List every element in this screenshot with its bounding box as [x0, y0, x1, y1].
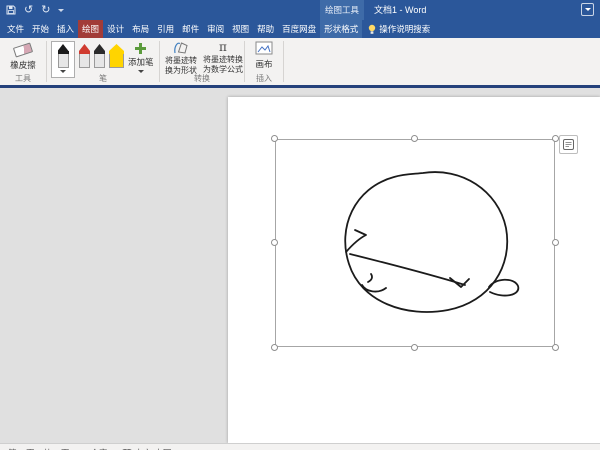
highlighter-yellow[interactable] — [109, 44, 124, 68]
ink-selection-box[interactable] — [275, 139, 555, 347]
tell-me-label: 操作说明搜索 — [379, 23, 430, 35]
ribbon-display-options-button[interactable] — [581, 3, 594, 16]
selection-handle-top-left[interactable] — [271, 135, 278, 142]
document-area — [0, 91, 600, 443]
redo-icon[interactable] — [41, 3, 50, 17]
eraser-button[interactable]: 橡皮擦 — [0, 40, 46, 71]
tab-help[interactable]: 帮助 — [253, 20, 278, 38]
pen-black-2[interactable] — [94, 44, 105, 68]
tab-insert[interactable]: 插入 — [53, 20, 78, 38]
document-title: 文档1 - Word — [374, 0, 426, 20]
contextual-tools-header: 绘图工具 — [320, 0, 364, 20]
layout-options-button[interactable] — [559, 135, 578, 154]
ink-to-shape-button[interactable]: 将墨迹转换为形状 — [162, 40, 200, 75]
eraser-label: 橡皮擦 — [10, 59, 36, 71]
selection-handle-bottom-left[interactable] — [271, 344, 278, 351]
add-pen-button[interactable]: 添加笔 — [128, 43, 154, 73]
tab-references[interactable]: 引用 — [153, 20, 178, 38]
tab-draw[interactable]: 绘图 — [78, 20, 103, 38]
word-window: 绘图工具 文档1 - Word 文件 开始 插入 绘图 设计 布局 引用 邮件 … — [0, 0, 600, 450]
ink-to-math-icon — [219, 40, 227, 54]
save-button[interactable] — [6, 3, 16, 17]
selection-handle-top-right[interactable] — [552, 135, 559, 142]
chevron-down-icon — [585, 8, 591, 11]
tab-review[interactable]: 审阅 — [203, 20, 228, 38]
layout-options-icon — [562, 138, 575, 151]
black-pen-icon — [58, 44, 69, 68]
pen-group-label: 笔 — [47, 73, 159, 84]
group-separator — [283, 41, 284, 82]
convert-group: 将墨迹转换为形状 将墨迹转换为数学公式 转换 — [160, 38, 244, 85]
selection-handle-bottom-middle[interactable] — [411, 344, 418, 351]
tab-baidu-netdisk[interactable]: 百度网盘 — [278, 20, 320, 38]
tab-design[interactable]: 设计 — [103, 20, 128, 38]
eraser-icon — [13, 42, 33, 57]
save-icon — [6, 5, 16, 15]
add-pen-plus-icon — [135, 43, 146, 54]
undo-icon[interactable] — [24, 3, 33, 17]
pens-group: 添加笔 笔 — [47, 38, 159, 85]
insert-group: 画布 插入 — [245, 38, 283, 85]
ink-to-math-label: 将墨迹转换为数学公式 — [202, 55, 244, 74]
customize-qat-caret-icon[interactable] — [58, 9, 64, 12]
tab-layout[interactable]: 布局 — [128, 20, 153, 38]
tools-group-label: 工具 — [0, 73, 46, 84]
selection-handle-bottom-right[interactable] — [552, 344, 559, 351]
ribbon: 橡皮擦 工具 — [0, 38, 600, 88]
tab-shape-format[interactable]: 形状格式 — [320, 20, 362, 38]
add-pen-label: 添加笔 — [128, 56, 154, 68]
tab-file[interactable]: 文件 — [3, 20, 28, 38]
drawing-canvas-button[interactable]: 画布 — [245, 41, 283, 70]
convert-group-label: 转换 — [160, 73, 244, 84]
selection-handle-middle-right[interactable] — [552, 239, 559, 246]
ink-drawing-face[interactable] — [276, 140, 556, 348]
ribbon-tab-bar: 文件 开始 插入 绘图 设计 布局 引用 邮件 审阅 视图 帮助 百度网盘 形状… — [0, 20, 600, 38]
tell-me-search[interactable]: 操作说明搜索 — [368, 20, 430, 38]
tools-group: 橡皮擦 工具 — [0, 38, 46, 85]
drawing-canvas-label: 画布 — [255, 58, 272, 70]
tab-home[interactable]: 开始 — [28, 20, 53, 38]
insert-group-label: 插入 — [245, 73, 283, 84]
drawing-canvas-icon — [255, 41, 273, 55]
tab-view[interactable]: 视图 — [228, 20, 253, 38]
pen-red[interactable] — [79, 44, 90, 68]
lightbulb-icon — [368, 24, 376, 35]
selection-handle-top-middle[interactable] — [411, 135, 418, 142]
selection-handle-middle-left[interactable] — [271, 239, 278, 246]
tab-mailings[interactable]: 邮件 — [178, 20, 203, 38]
ink-to-shape-icon — [173, 40, 189, 55]
status-bar: 第 1 页，共 1 页 0 个字 中文(中国) — [0, 443, 600, 450]
title-bar: 绘图工具 文档1 - Word — [0, 0, 600, 20]
ink-to-math-button[interactable]: 将墨迹转换为数学公式 — [201, 40, 245, 74]
quick-access-toolbar — [6, 0, 64, 20]
